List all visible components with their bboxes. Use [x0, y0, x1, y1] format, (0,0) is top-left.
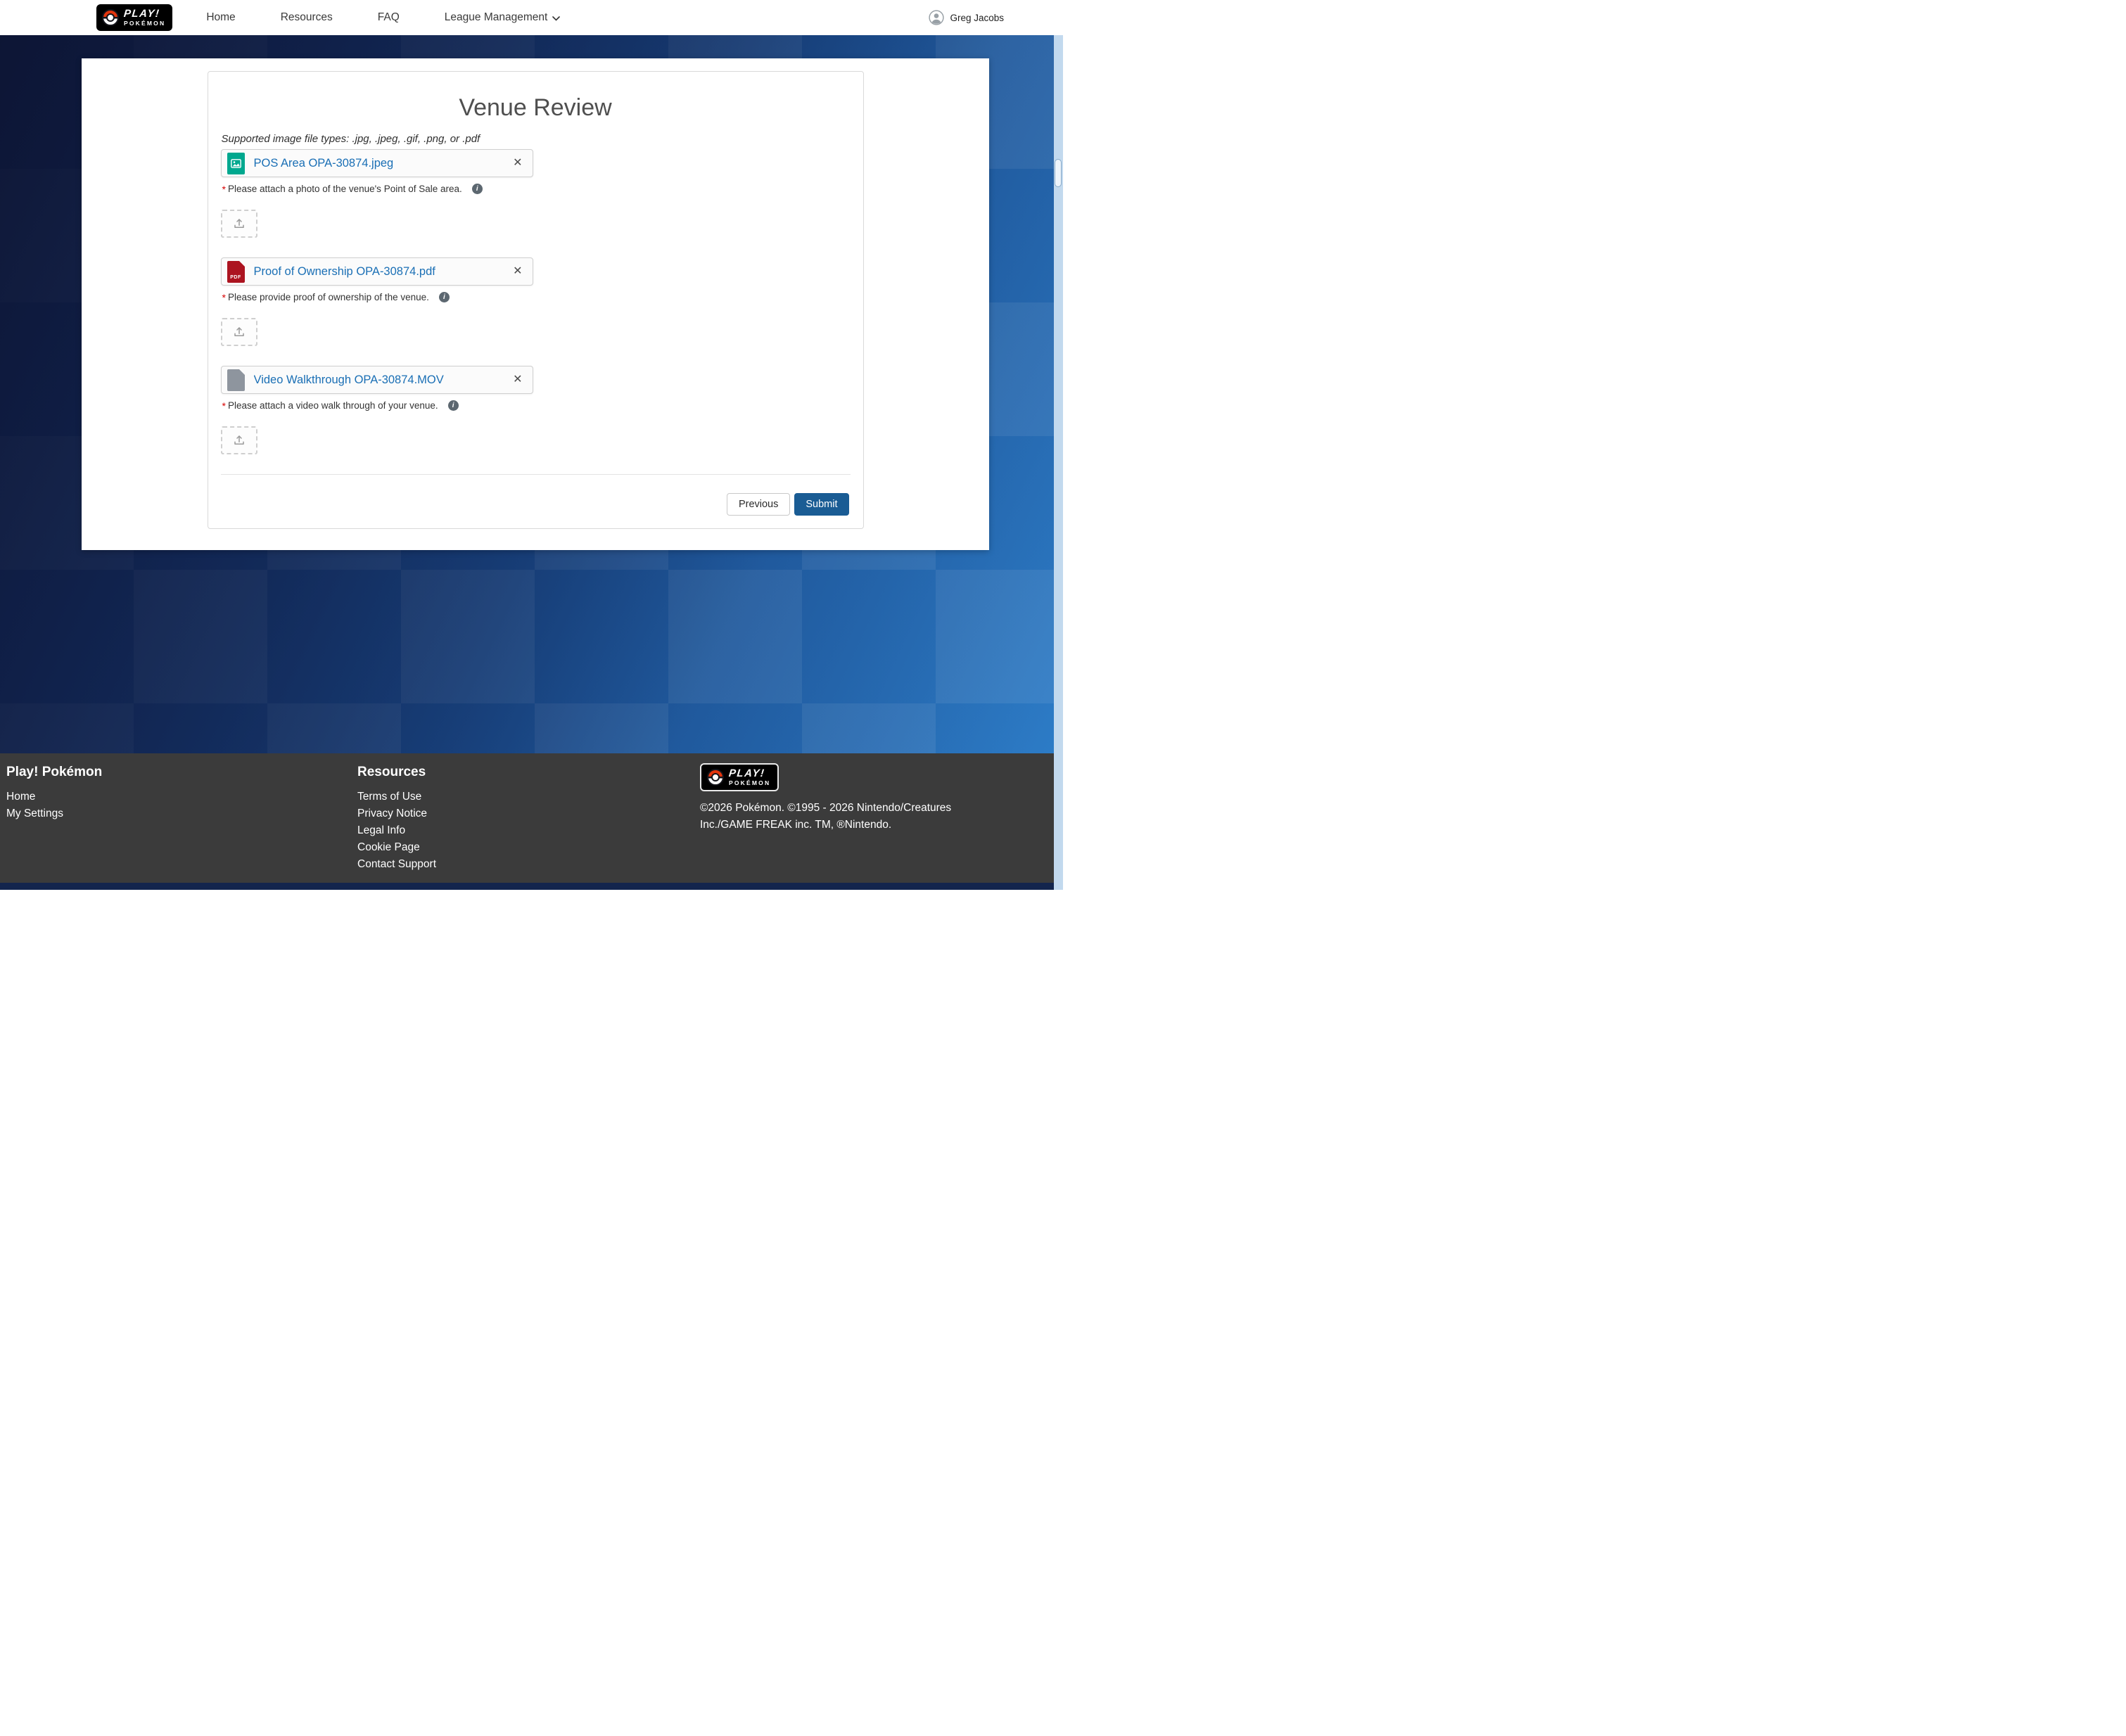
file-link[interactable]: Proof of Ownership OPA-30874.pdf [254, 265, 511, 279]
footer-link-contact-support[interactable]: Contact Support [357, 856, 700, 873]
nav-item-resources[interactable]: Resources [281, 11, 333, 24]
upload-section-video-walkthrough: Video Walkthrough OPA-30874.MOV ✕ * Plea… [221, 366, 851, 454]
play-pokemon-footer-logo: PLAY! POKÉMON [700, 763, 779, 791]
footer: Play! Pokémon Home My Settings Resources… [0, 753, 1063, 883]
required-asterisk: * [222, 401, 226, 411]
user-name: Greg Jacobs [950, 13, 1004, 23]
footer-link-legal-info[interactable]: Legal Info [357, 822, 700, 839]
upload-icon [233, 434, 246, 447]
footer-heading: Resources [357, 765, 700, 780]
upload-icon [233, 326, 246, 338]
video-file-icon [227, 369, 245, 391]
upload-icon [233, 217, 246, 230]
file-caption-row: * Please attach a photo of the venue's P… [222, 184, 851, 194]
file-caption-row: * Please attach a video walk through of … [222, 400, 851, 411]
footer-column-resources: Resources Terms of Use Privacy Notice Le… [357, 755, 700, 873]
footer-link-home[interactable]: Home [6, 789, 357, 805]
image-file-icon [227, 153, 245, 174]
footer-column-legal: PLAY! POKÉMON ©2026 Pokémon. ©1995 - 202… [700, 755, 1063, 873]
upload-dropzone[interactable] [221, 210, 257, 238]
upload-section-pos-photo: POS Area OPA-30874.jpeg ✕ * Please attac… [221, 149, 851, 238]
close-icon[interactable]: ✕ [510, 264, 525, 279]
attached-file-row: POS Area OPA-30874.jpeg ✕ [221, 149, 533, 177]
file-caption-row: * Please provide proof of ownership of t… [222, 292, 851, 302]
footer-link-terms-of-use[interactable]: Terms of Use [357, 789, 700, 805]
pokeball-icon [707, 769, 724, 786]
upload-dropzone[interactable] [221, 318, 257, 346]
required-asterisk: * [222, 184, 226, 194]
nav-league-label: League Management [445, 11, 548, 24]
main-nav: Home Resources FAQ League Management [206, 11, 560, 24]
copyright-text: ©2026 Pokémon. ©1995 - 2026 Nintendo/Cre… [700, 800, 957, 834]
footer-link-privacy-notice[interactable]: Privacy Notice [357, 805, 700, 822]
brand-text: PLAY! POKÉMON [124, 8, 165, 27]
file-caption: Please provide proof of ownership of the… [228, 292, 429, 302]
close-icon[interactable]: ✕ [510, 373, 525, 387]
pdf-badge: PDF [230, 275, 241, 280]
nav-item-league-management[interactable]: League Management [445, 11, 561, 24]
chevron-down-icon [552, 16, 560, 21]
scrollbar-thumb[interactable] [1055, 159, 1062, 187]
file-link[interactable]: Video Walkthrough OPA-30874.MOV [254, 374, 511, 387]
footer-heading: Play! Pokémon [6, 765, 357, 780]
file-caption: Please attach a video walk through of yo… [228, 400, 438, 411]
info-icon[interactable]: i [448, 400, 459, 411]
nav-item-home[interactable]: Home [206, 11, 235, 24]
footer-column-play-pokemon: Play! Pokémon Home My Settings [0, 755, 357, 873]
file-types-note: Supported image file types: .jpg, .jpeg,… [222, 133, 851, 145]
required-asterisk: * [222, 293, 226, 302]
info-icon[interactable]: i [439, 292, 450, 302]
attached-file-row: Video Walkthrough OPA-30874.MOV ✕ [221, 366, 533, 394]
content-card: Venue Review Supported image file types:… [82, 58, 989, 550]
form-divider [221, 474, 851, 475]
brand-text: PLAY! POKÉMON [729, 768, 770, 786]
user-menu[interactable]: Greg Jacobs [929, 10, 1004, 25]
footer-link-my-settings[interactable]: My Settings [6, 805, 357, 822]
previous-button[interactable]: Previous [727, 493, 790, 516]
close-icon[interactable]: ✕ [510, 156, 525, 170]
scrollbar-track[interactable] [1054, 35, 1063, 890]
form-actions: Previous Submit [221, 493, 851, 516]
pdf-file-icon: PDF [227, 261, 245, 283]
top-navbar: PLAY! POKÉMON Home Resources FAQ League … [0, 0, 1063, 35]
play-pokemon-logo[interactable]: PLAY! POKÉMON [96, 4, 172, 31]
attached-file-row: PDF Proof of Ownership OPA-30874.pdf ✕ [221, 257, 533, 286]
brand-line2: POKÉMON [124, 20, 165, 27]
info-icon[interactable]: i [472, 184, 483, 194]
brand-line2: POKÉMON [729, 780, 770, 786]
page-title: Venue Review [221, 94, 851, 122]
upload-dropzone[interactable] [221, 426, 257, 454]
upload-section-ownership-pdf: PDF Proof of Ownership OPA-30874.pdf ✕ *… [221, 257, 851, 346]
brand-line1: PLAY! [123, 8, 166, 19]
brand-line1: PLAY! [728, 768, 771, 779]
pokeball-icon [102, 9, 119, 26]
footer-logo-wrap: PLAY! POKÉMON [700, 763, 1024, 791]
bottom-strip [0, 883, 1063, 890]
avatar-icon [929, 10, 944, 25]
file-caption: Please attach a photo of the venue's Poi… [228, 184, 462, 194]
checkered-background: Venue Review Supported image file types:… [0, 35, 1063, 753]
footer-link-cookie-page[interactable]: Cookie Page [357, 839, 700, 856]
venue-review-panel: Venue Review Supported image file types:… [208, 71, 864, 529]
file-link[interactable]: POS Area OPA-30874.jpeg [254, 157, 511, 170]
submit-button[interactable]: Submit [794, 493, 848, 516]
nav-item-faq[interactable]: FAQ [378, 11, 400, 24]
